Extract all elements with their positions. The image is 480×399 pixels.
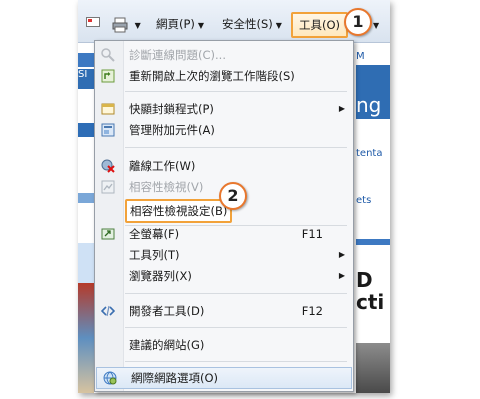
menu-item-label: 快顯封鎖程式(P) [129, 102, 214, 116]
menu-item-suggested-sites[interactable]: 建議的網站(G) [95, 335, 353, 355]
submenu-arrow-icon: ▶ [338, 271, 345, 280]
mail-button[interactable] [86, 14, 100, 34]
tools-dropdown-menu: 診斷連線問題(C)... 重新開啟上次的瀏覽工作階段(S) 快顯封鎖程式(P) … [94, 40, 354, 392]
menu-separator [125, 147, 347, 148]
popup-blocker-icon [101, 103, 115, 115]
mail-icon [86, 17, 100, 27]
menu-item-popup-blocker[interactable]: 快顯封鎖程式(P) ▶ [95, 99, 353, 119]
menu-item-label: 管理附加元件(A) [129, 123, 215, 137]
developer-tools-icon [101, 305, 115, 317]
tools-menu-label: 工具(O) [299, 18, 341, 32]
right-fragment-1: M [356, 51, 365, 62]
fullscreen-icon [101, 228, 115, 240]
menu-item-toolbars[interactable]: 工具列(T) ▶ [95, 245, 353, 265]
menu-separator [125, 293, 347, 294]
menu-item-label: 重新開啟上次的瀏覽工作階段(S) [129, 69, 295, 83]
reopen-session-icon [101, 69, 115, 83]
safety-menu-label: 安全性(S) [222, 17, 273, 31]
right-fragment-3: tenta [356, 148, 383, 159]
left-fragment: SI [78, 69, 94, 89]
right-fragment-2: ng [356, 91, 390, 119]
menu-item-label: 建議的網站(G) [129, 338, 205, 352]
menu-item-label: 瀏覽器列(X) [129, 269, 192, 283]
menu-item-label: 相容性檢視(V) [129, 180, 204, 194]
menu-item-label: 診斷連線問題(C)... [129, 48, 226, 62]
print-button[interactable]: ▼ [112, 14, 141, 34]
menu-item-label: 全螢幕(F) [129, 227, 180, 241]
addons-icon [101, 123, 115, 137]
menu-item-shortcut: F11 [301, 227, 323, 241]
internet-options-icon [103, 371, 117, 385]
work-offline-icon [101, 159, 115, 173]
menu-item-explorer-bars[interactable]: 瀏覽器列(X) ▶ [95, 266, 353, 286]
menu-separator [125, 361, 347, 362]
chevron-down-icon: ▼ [275, 21, 282, 30]
menu-item-label: 開發者工具(D) [129, 304, 205, 318]
menu-item-label: 相容性檢視設定(B) [125, 199, 233, 223]
menu-separator [125, 327, 347, 328]
menu-item-fullscreen[interactable]: 全螢幕(F) F11 [95, 224, 353, 244]
print-icon [112, 17, 128, 32]
menu-item-label: 工具列(T) [129, 248, 180, 262]
menu-separator [125, 91, 347, 92]
right-fragment-6: cti [356, 290, 385, 314]
callout-badge-1: 1 [344, 8, 372, 36]
menu-item-developer-tools[interactable]: 開發者工具(D) F12 [95, 301, 353, 321]
right-fragment-5: D [356, 268, 373, 292]
submenu-arrow-icon: ▶ [338, 250, 345, 259]
menu-item-internet-options[interactable]: 網際網路選項(O) [96, 367, 352, 389]
page-menu-label: 網頁(P) [156, 17, 195, 31]
tools-menu-button[interactable]: 工具(O) [291, 12, 349, 38]
menu-item-label: 網際網路選項(O) [131, 371, 219, 385]
page-menu-button[interactable]: 網頁(P) ▼ [156, 14, 204, 34]
diagnose-icon [101, 48, 115, 62]
chevron-down-icon: ▼ [373, 21, 380, 30]
callout-badge-2: 2 [219, 182, 247, 210]
safety-menu-button[interactable]: 安全性(S) ▼ [222, 14, 282, 34]
menu-item-work-offline[interactable]: 離線工作(W) [95, 156, 353, 176]
chevron-down-icon: ▼ [197, 21, 205, 30]
right-fragment-4: ets [356, 195, 372, 206]
menu-item-shortcut: F12 [301, 304, 323, 318]
compat-view-icon [101, 180, 115, 194]
chevron-down-icon: ▼ [134, 21, 141, 30]
menu-item-label: 離線工作(W) [129, 159, 196, 173]
submenu-arrow-icon: ▶ [338, 104, 345, 113]
menu-item-manage-addons[interactable]: 管理附加元件(A) [95, 120, 353, 140]
menu-item-reopen-session[interactable]: 重新開啟上次的瀏覽工作階段(S) [95, 66, 353, 86]
menu-item-diagnose-connection[interactable]: 診斷連線問題(C)... [95, 45, 353, 65]
